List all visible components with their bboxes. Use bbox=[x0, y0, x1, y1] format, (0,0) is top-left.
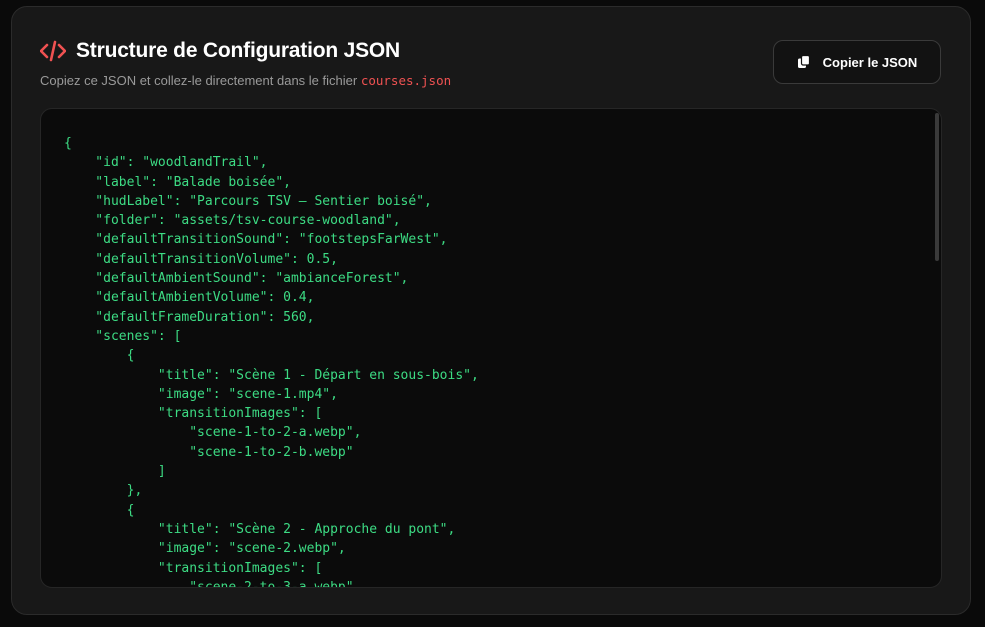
code-line: "defaultAmbientSound": "ambianceForest", bbox=[64, 271, 409, 287]
copy-json-button[interactable]: Copier le JSON bbox=[773, 40, 941, 84]
code-line: "id": "woodlandTrail", bbox=[64, 155, 268, 171]
code-line: "image": "scene-2.webp", bbox=[64, 541, 346, 557]
code-line: "defaultTransitionVolume": 0.5, bbox=[64, 251, 338, 267]
code-line: { bbox=[64, 348, 135, 364]
code-line: "image": "scene-1.mp4", bbox=[64, 386, 338, 402]
copy-icon bbox=[797, 54, 811, 69]
code-block[interactable]: { "id": "woodlandTrail", "label": "Balad… bbox=[40, 108, 942, 588]
code-line: "transitionImages": [ bbox=[64, 560, 323, 576]
code-line: "label": "Balade boisée", bbox=[64, 174, 291, 190]
code-line: }, bbox=[64, 483, 143, 499]
card-header: Structure de Configuration JSON Copiez c… bbox=[39, 39, 451, 88]
code-line: "title": "Scène 1 - Départ en sous-bois"… bbox=[64, 367, 479, 383]
code-line: "title": "Scène 2 - Approche du pont", bbox=[64, 521, 456, 537]
code-line: "scene-1-to-2-a.webp", bbox=[64, 425, 362, 441]
json-code: { "id": "woodlandTrail", "label": "Balad… bbox=[64, 134, 479, 588]
code-line: "scene-2-to-3-a.webp", bbox=[64, 579, 362, 588]
code-line: "scenes": [ bbox=[64, 328, 182, 344]
code-line: { bbox=[64, 136, 72, 151]
code-line: "defaultFrameDuration": 560, bbox=[64, 309, 315, 325]
code-line: ] bbox=[64, 464, 166, 480]
copy-json-label: Copier le JSON bbox=[822, 54, 918, 70]
code-line: "transitionImages": [ bbox=[64, 406, 323, 422]
code-line: "defaultTransitionSound": "footstepsFarW… bbox=[64, 232, 448, 248]
page-subtitle: Copiez ce JSON et collez-le directement … bbox=[40, 73, 451, 88]
subtitle-text: Copiez ce JSON et collez-le directement … bbox=[40, 73, 358, 88]
code-line: "defaultAmbientVolume": 0.4, bbox=[64, 290, 315, 306]
filename-label: courses.json bbox=[360, 73, 452, 88]
title-row: Structure de Configuration JSON bbox=[39, 39, 451, 63]
code-line: "hudLabel": "Parcours TSV — Sentier bois… bbox=[64, 193, 432, 209]
page-title: Structure de Configuration JSON bbox=[76, 39, 400, 62]
code-line: "folder": "assets/tsv-course-woodland", bbox=[64, 213, 401, 229]
json-config-card: Structure de Configuration JSON Copiez c… bbox=[11, 6, 971, 615]
code-icon bbox=[39, 40, 67, 62]
code-line: "scene-1-to-2-b.webp" bbox=[64, 444, 354, 460]
code-scrollbar-thumb[interactable] bbox=[935, 113, 939, 261]
code-line: { bbox=[64, 502, 135, 518]
